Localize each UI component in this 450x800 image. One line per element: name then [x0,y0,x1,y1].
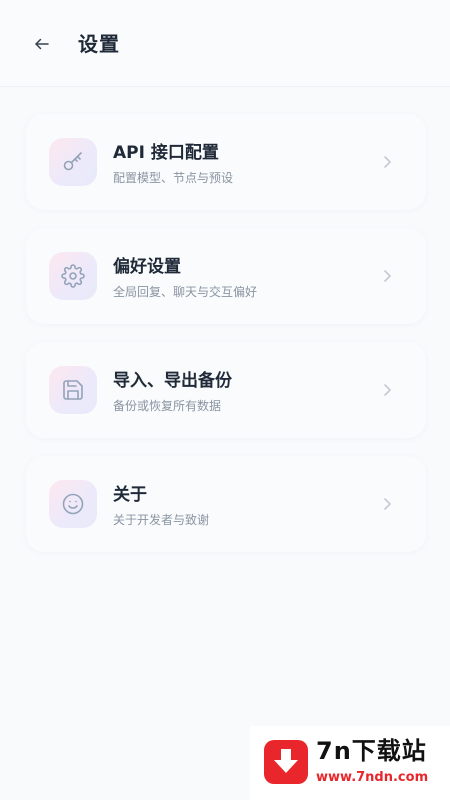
arrow-left-icon [35,38,49,50]
menu-item-subtitle: 关于开发者与致谢 [113,513,210,527]
key-icon [63,152,82,171]
menu-item-backup[interactable]: 导入、导出备份 备份或恢复所有数据 [26,342,426,438]
smile-icon [62,493,84,515]
gear-icon [61,264,85,288]
menu-item-title: 偏好设置 [113,257,181,277]
back-button[interactable] [28,30,56,58]
menu-item-api-config[interactable]: API 接口配置 配置模型、节点与预设 [26,114,426,210]
watermark-url: www.7ndn.com [316,770,429,785]
menu-item-icon-box [49,480,97,528]
menu-item-subtitle: 配置模型、节点与预设 [113,171,234,185]
chevron-right-icon [378,381,396,399]
menu-item-preferences[interactable]: 偏好设置 全局回复、聊天与交互偏好 [26,228,426,324]
menu-item-icon-box [49,366,97,414]
watermark-logo [264,740,308,784]
watermark: 7n下载站 www.7ndn.com [250,726,450,800]
chevron-right-icon [378,267,396,285]
menu-item-title: 导入、导出备份 [113,371,232,391]
menu-item-icon-box [49,138,97,186]
menu-item-title: 关于 [113,485,147,505]
chevron-right-icon [378,153,396,171]
watermark-name: 7n下载站 [316,737,427,765]
menu-item-icon-box [49,252,97,300]
menu-item-subtitle: 备份或恢复所有数据 [113,399,222,413]
menu-item-title: API 接口配置 [113,143,219,163]
menu-item-about[interactable]: 关于 关于开发者与致谢 [26,456,426,552]
chevron-right-icon [378,495,396,513]
save-icon [63,380,83,400]
menu-item-subtitle: 全局回复、聊天与交互偏好 [113,285,258,299]
top-bar: 设置 [0,0,450,87]
download-arrow-icon [274,749,298,773]
page-title: 设置 [78,32,120,56]
